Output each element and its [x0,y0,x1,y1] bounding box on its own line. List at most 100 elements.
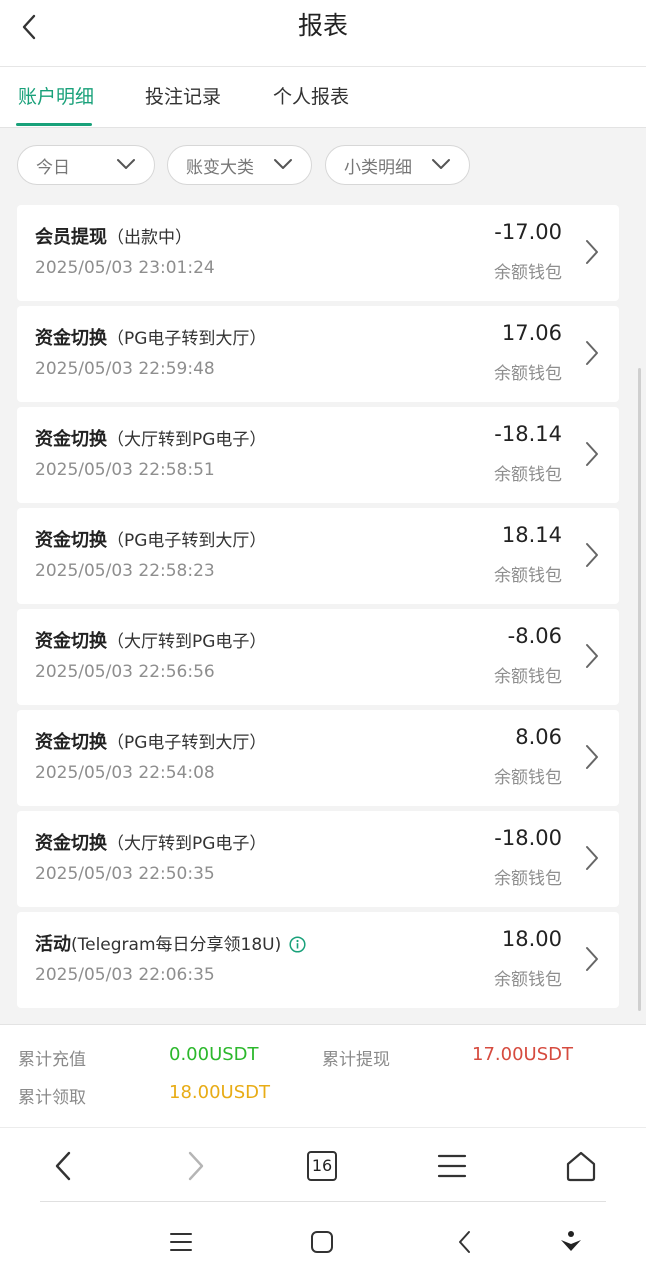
recharge-total-value: 0.00USDT [169,1044,259,1065]
menu-button[interactable] [432,1146,472,1186]
transaction-row[interactable]: 资金切换（PG电子转到大厅） 2025/05/03 22:54:08 8.06 … [17,710,619,806]
transaction-wallet: 余额钱包 [494,263,562,283]
summary-panel: 累计充值 0.00USDT 累计提现 17.00USDT 累计领取 18.00U… [0,1024,646,1127]
transaction-wallet: 余额钱包 [494,768,562,788]
transaction-amount: 17.06 [501,321,562,345]
transaction-detail: （大厅转到PG电子） [107,834,267,854]
transaction-time: 2025/05/03 22:06:35 [35,965,215,985]
chevron-right-icon [188,1151,204,1181]
active-tab-indicator [16,123,92,126]
chevron-right-icon [586,240,598,264]
tab-count: 16 [307,1151,337,1181]
transaction-amount: -18.14 [494,422,562,446]
transaction-wallet: 余额钱包 [494,869,562,889]
filter-category-label: 账变大类 [186,157,254,178]
filter-subcategory[interactable]: 小类明细 [325,145,470,185]
chevron-left-icon [55,1151,71,1181]
assistant-icon [561,1231,581,1251]
transaction-detail: (Telegram每日分享领18U) [71,935,282,955]
transaction-time: 2025/05/03 23:01:24 [35,258,215,278]
header-bar: 报表 [0,0,646,67]
transaction-amount: -18.00 [494,826,562,850]
browser-forward-button[interactable] [176,1146,216,1186]
transaction-detail: （大厅转到PG电子） [107,430,267,450]
transaction-amount: -8.06 [507,624,562,648]
transaction-row[interactable]: 资金切换（PG电子转到大厅） 2025/05/03 22:58:23 18.14… [17,508,619,604]
tab-bet-records[interactable]: 投注记录 [145,83,221,111]
transaction-title: 资金切换（PG电子转到大厅） [35,526,266,552]
home-button[interactable] [561,1146,601,1186]
chevron-right-icon [586,341,598,365]
chevron-right-icon [586,745,598,769]
transaction-type: 会员提现 [35,227,107,248]
system-back-button[interactable] [444,1224,484,1260]
transaction-row[interactable]: 资金切换（大厅转到PG电子） 2025/05/03 22:56:56 -8.06… [17,609,619,705]
transaction-amount: 8.06 [515,725,562,749]
home-icon [566,1151,596,1182]
transaction-title: 会员提现（出款中） [35,223,192,249]
transaction-row[interactable]: 资金切换（大厅转到PG电子） 2025/05/03 22:50:35 -18.0… [17,811,619,907]
system-home-button[interactable] [302,1224,342,1260]
chevron-right-icon [586,947,598,971]
transaction-row[interactable]: 会员提现（出款中） 2025/05/03 23:01:24 -17.00 余额钱… [17,205,619,301]
tabs-button[interactable]: 16 [302,1146,342,1186]
transaction-wallet: 余额钱包 [494,465,562,485]
transaction-title: 活动(Telegram每日分享领18U) [35,930,306,956]
transaction-amount: 18.00 [501,927,562,951]
filter-category[interactable]: 账变大类 [167,145,312,185]
filter-date[interactable]: 今日 [17,145,155,185]
chevron-down-icon [117,159,135,169]
transaction-title: 资金切换（大厅转到PG电子） [35,829,266,855]
transaction-type: 资金切换 [35,833,107,854]
claim-total-label: 累计领取 [18,1088,86,1108]
claim-total-value: 18.00USDT [169,1082,270,1103]
browser-back-button[interactable] [43,1146,83,1186]
square-icon [311,1231,333,1253]
transaction-wallet: 余额钱包 [494,667,562,687]
transaction-wallet: 余额钱包 [494,566,562,586]
chevron-down-icon [432,159,450,169]
filter-subcategory-label: 小类明细 [344,157,412,178]
recent-apps-button[interactable] [161,1224,201,1260]
withdraw-total-label: 累计提现 [322,1050,390,1070]
transaction-row[interactable]: 活动(Telegram每日分享领18U) 2025/05/03 22:06:35… [17,912,619,1008]
chevron-left-icon [459,1231,470,1253]
transaction-amount: -17.00 [494,220,562,244]
transaction-type: 资金切换 [35,530,107,551]
tab-personal-report[interactable]: 个人报表 [273,83,349,111]
transaction-time: 2025/05/03 22:56:56 [35,662,215,682]
transaction-detail: （PG电子转到大厅） [107,329,267,349]
transaction-detail: （PG电子转到大厅） [107,733,267,753]
menu-icon [437,1154,467,1178]
system-nav-bar [0,1202,646,1280]
info-icon[interactable] [289,936,306,953]
tab-account-details[interactable]: 账户明细 [18,83,94,111]
assistant-button[interactable] [551,1224,591,1260]
transaction-detail: （大厅转到PG电子） [107,632,267,652]
menu-icon [170,1233,192,1251]
transaction-row[interactable]: 资金切换（PG电子转到大厅） 2025/05/03 22:59:48 17.06… [17,306,619,402]
transaction-wallet: 余额钱包 [494,364,562,384]
transaction-time: 2025/05/03 22:59:48 [35,359,215,379]
transaction-row[interactable]: 资金切换（大厅转到PG电子） 2025/05/03 22:58:51 -18.1… [17,407,619,503]
transaction-time: 2025/05/03 22:58:23 [35,561,215,581]
transaction-wallet: 余额钱包 [494,970,562,990]
transaction-list: 会员提现（出款中） 2025/05/03 23:01:24 -17.00 余额钱… [17,205,619,1013]
transaction-amount: 18.14 [501,523,562,547]
transaction-title: 资金切换（PG电子转到大厅） [35,324,266,350]
chevron-right-icon [586,644,598,668]
scrollbar[interactable] [638,368,641,1011]
transaction-title: 资金切换（大厅转到PG电子） [35,627,266,653]
transaction-type: 资金切换 [35,328,107,349]
chevron-right-icon [586,543,598,567]
tab-bar: 账户明细 投注记录 个人报表 [0,67,646,128]
recharge-total-label: 累计充值 [18,1050,86,1070]
chevron-right-icon [586,846,598,870]
browser-toolbar: 16 [0,1127,646,1204]
transaction-title: 资金切换（大厅转到PG电子） [35,425,266,451]
transaction-time: 2025/05/03 22:54:08 [35,763,215,783]
transaction-time: 2025/05/03 22:58:51 [35,460,215,480]
transaction-type: 资金切换 [35,631,107,652]
transaction-detail: （PG电子转到大厅） [107,531,267,551]
page-title: 报表 [297,11,348,40]
